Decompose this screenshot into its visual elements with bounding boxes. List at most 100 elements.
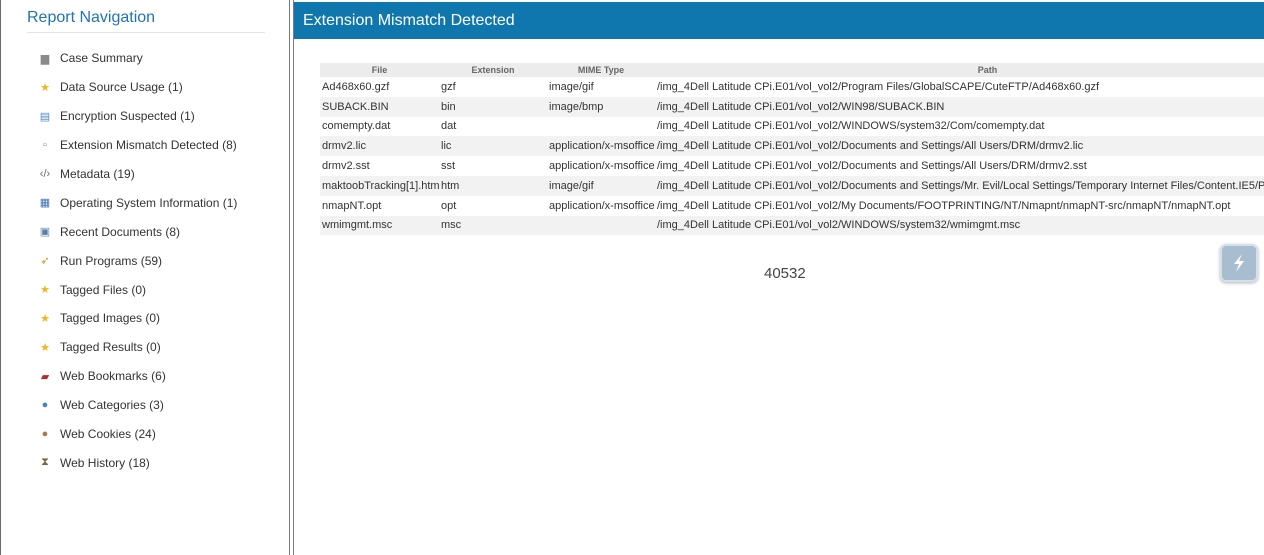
cell-file: Ad468x60.gzf bbox=[322, 80, 390, 93]
cell-path: /img_4Dell Latitude CPi.E01/vol_vol2/Doc… bbox=[657, 160, 1087, 173]
computer-icon: ▦ bbox=[39, 197, 51, 210]
nav-item-recent-documents[interactable]: ▣ Recent Documents (8) bbox=[38, 217, 237, 246]
cell-mime-type bbox=[547, 215, 655, 236]
cell-file: drmv2.lic bbox=[320, 136, 439, 157]
code-icon: ‹/› bbox=[39, 168, 51, 180]
cell-mime-type: application/x-msoffice bbox=[547, 136, 655, 157]
column-header-extension[interactable]: Extension bbox=[439, 63, 547, 77]
star-icon: ★ bbox=[40, 312, 50, 325]
table-header-row: File Extension MIME Type Path bbox=[320, 63, 1264, 77]
cell-extension: msc bbox=[439, 215, 547, 236]
table-row[interactable]: Ad468x60.gzf gzf image/gif/img_4Dell Latit… bbox=[320, 77, 1264, 97]
table-row[interactable]: SUBACK.BIN bin image/bmp/img_4Dell Latitud… bbox=[320, 96, 1264, 117]
column-header-path[interactable]: Path bbox=[655, 63, 1264, 77]
cell-extension: dat bbox=[441, 120, 457, 133]
nav-item-label: Case Summary bbox=[60, 51, 143, 66]
cell-extension: lic bbox=[439, 136, 547, 157]
cell-path: /img_4Dell Latitude CPi.E01/vol_vol2/Pro… bbox=[657, 80, 1100, 93]
cell-extension: htm bbox=[439, 175, 547, 196]
table-body: Ad468x60.gzf gzf image/gif/img_4Dell Latit… bbox=[320, 77, 1264, 236]
nav-item-label: Tagged Images (0) bbox=[60, 311, 161, 326]
nav-item-label: Extension Mismatch Detected (8) bbox=[60, 138, 237, 153]
nav-title: Report Navigation bbox=[27, 9, 156, 26]
cell-mime-type: application/x-msoffice bbox=[549, 160, 655, 173]
nav-item-web-history[interactable]: ⧗ Web History (18) bbox=[38, 448, 237, 477]
table-row[interactable]: drmv2.sst sst application/x-msoffice/img_4… bbox=[320, 156, 1264, 176]
cell-extension: gzf bbox=[441, 80, 456, 93]
nav-item-tagged-images[interactable]: ★ Tagged Images (0) bbox=[38, 304, 237, 333]
nav-item-web-cookies[interactable]: ● Web Cookies (24) bbox=[38, 420, 237, 449]
results-table: File Extension MIME Type Path Ad468x60.g… bbox=[320, 63, 1264, 236]
cell-path: /img_4Dell Latitude CPi.E01/vol_vol2/Doc… bbox=[655, 175, 1264, 196]
cell-path: /img_4Dell Latitude CPi.E01/vol_vol2/Doc… bbox=[655, 136, 1264, 157]
nav-item-label: Metadata (19) bbox=[60, 167, 135, 181]
star-icon: ★ bbox=[40, 284, 50, 297]
cell-file: wmimgmt.msc bbox=[320, 215, 439, 236]
hourglass-icon: ⧗ bbox=[41, 456, 49, 469]
cell-file: drmv2.sst bbox=[322, 160, 370, 173]
floating-action-button[interactable] bbox=[1220, 244, 1258, 282]
cell-file: SUBACK.BIN bbox=[320, 96, 439, 117]
page-title: Extension Mismatch Detected bbox=[294, 2, 1264, 39]
table-row[interactable]: nmapNT.opt opt application/x-msoffice/img_… bbox=[320, 196, 1264, 216]
nav-item-run-programs[interactable]: ➶ Run Programs (59) bbox=[38, 246, 237, 275]
nav-item-tagged-files[interactable]: ★ Tagged Files (0) bbox=[38, 275, 237, 304]
main-panel: Extension Mismatch Detected File Extensi… bbox=[294, 0, 1264, 555]
nav-item-label: Web History (18) bbox=[60, 455, 150, 470]
nav-item-label: Web Categories (3) bbox=[60, 398, 164, 413]
globe-icon: ● bbox=[41, 399, 49, 412]
nav-item-label: Data Source Usage (1) bbox=[60, 80, 183, 95]
table-row[interactable]: wmimgmt.msc msc/img_4Dell Latitude CPi.E0… bbox=[320, 215, 1264, 236]
nav-item-label: Run Programs (59) bbox=[60, 253, 163, 268]
bookmark-icon: ▰ bbox=[40, 370, 50, 383]
column-header-mime-type[interactable]: MIME Type bbox=[547, 63, 655, 77]
cell-mime-type: image/gif bbox=[549, 80, 594, 93]
cell-mime-type: image/gif bbox=[547, 175, 655, 196]
nav-item-label: Tagged Results (0) bbox=[60, 340, 161, 355]
table-row[interactable]: comempty.dat dat/img_4Dell Latitude CPi.E… bbox=[320, 117, 1264, 137]
cell-file: comempty.dat bbox=[322, 120, 391, 133]
nav-item-label: Recent Documents (8) bbox=[60, 224, 181, 239]
cell-extension: opt bbox=[441, 199, 457, 212]
nav-divider bbox=[27, 32, 265, 33]
cookie-icon: ● bbox=[41, 428, 49, 441]
nav-item-label: Tagged Files (0) bbox=[60, 282, 147, 297]
nav-item-data-source-usage[interactable]: ★ Data Source Usage (1) bbox=[38, 73, 237, 102]
nav-item-label: Web Cookies (24) bbox=[60, 427, 156, 442]
cell-mime-type bbox=[547, 117, 655, 137]
file-mismatch-icon: ▫ bbox=[43, 139, 47, 152]
nav-item-extension-mismatch-detected[interactable]: ▫ Extension Mismatch Detected (8) bbox=[38, 131, 237, 160]
report-navigation: Report Navigation ▆ Case Summary ★ Data Sou… bbox=[0, 0, 289, 555]
nav-item-web-bookmarks[interactable]: ▰ Web Bookmarks (6) bbox=[38, 362, 237, 391]
nav-item-metadata[interactable]: ‹/› Metadata (19) bbox=[38, 160, 237, 189]
table-row[interactable]: drmv2.lic lic application/x-msoffice/img_4… bbox=[320, 136, 1264, 157]
cell-extension: sst bbox=[441, 160, 456, 173]
nav-item-case-summary[interactable]: ▆ Case Summary bbox=[38, 44, 237, 73]
cell-path: /img_4Dell Latitude CPi.E01/vol_vol2/WIN… bbox=[655, 96, 1264, 117]
nav-item-label: Encryption Suspected (1) bbox=[60, 109, 195, 124]
cell-path: /img_4Dell Latitude CPi.E01/vol_vol2/WIN… bbox=[655, 215, 1264, 236]
column-header-file[interactable]: File bbox=[320, 63, 439, 77]
table-row[interactable]: maktoobTracking[1].htm htm image/gif/img_4… bbox=[320, 175, 1264, 196]
report-page: Report Navigation ▆ Case Summary ★ Data Sou… bbox=[0, 0, 1264, 555]
run-icon: ➶ bbox=[40, 255, 50, 268]
result-count: 40532 bbox=[764, 265, 806, 282]
nav-list: ▆ Case Summary ★ Data Source Usage (1) ▤ Encr… bbox=[38, 44, 238, 477]
cell-mime-type: application/x-msoffice bbox=[549, 199, 655, 212]
nav-item-encryption-suspected[interactable]: ▤ Encryption Suspected (1) bbox=[38, 102, 237, 131]
cell-mime-type: image/bmp bbox=[547, 96, 655, 117]
cell-file: maktoobTracking[1].htm bbox=[320, 175, 439, 196]
cell-path: /img_4Dell Latitude CPi.E01/vol_vol2/My … bbox=[657, 199, 1231, 212]
lightning-icon bbox=[1234, 254, 1244, 272]
star-icon: ★ bbox=[40, 81, 50, 94]
nav-item-web-categories[interactable]: ● Web Categories (3) bbox=[38, 391, 237, 420]
document-icon: ▣ bbox=[39, 226, 51, 239]
nav-item-label: Web Bookmarks (6) bbox=[60, 369, 166, 384]
cell-file: nmapNT.opt bbox=[322, 199, 382, 212]
nav-item-operating-system-information[interactable]: ▦ Operating System Information (1) bbox=[38, 188, 238, 217]
briefcase-icon: ▆ bbox=[40, 52, 50, 65]
star-icon: ★ bbox=[40, 341, 50, 354]
nav-item-label: Operating System Information (1) bbox=[60, 195, 238, 210]
nav-item-tagged-results[interactable]: ★ Tagged Results (0) bbox=[38, 333, 237, 362]
lock-doc-icon: ▤ bbox=[39, 110, 51, 123]
